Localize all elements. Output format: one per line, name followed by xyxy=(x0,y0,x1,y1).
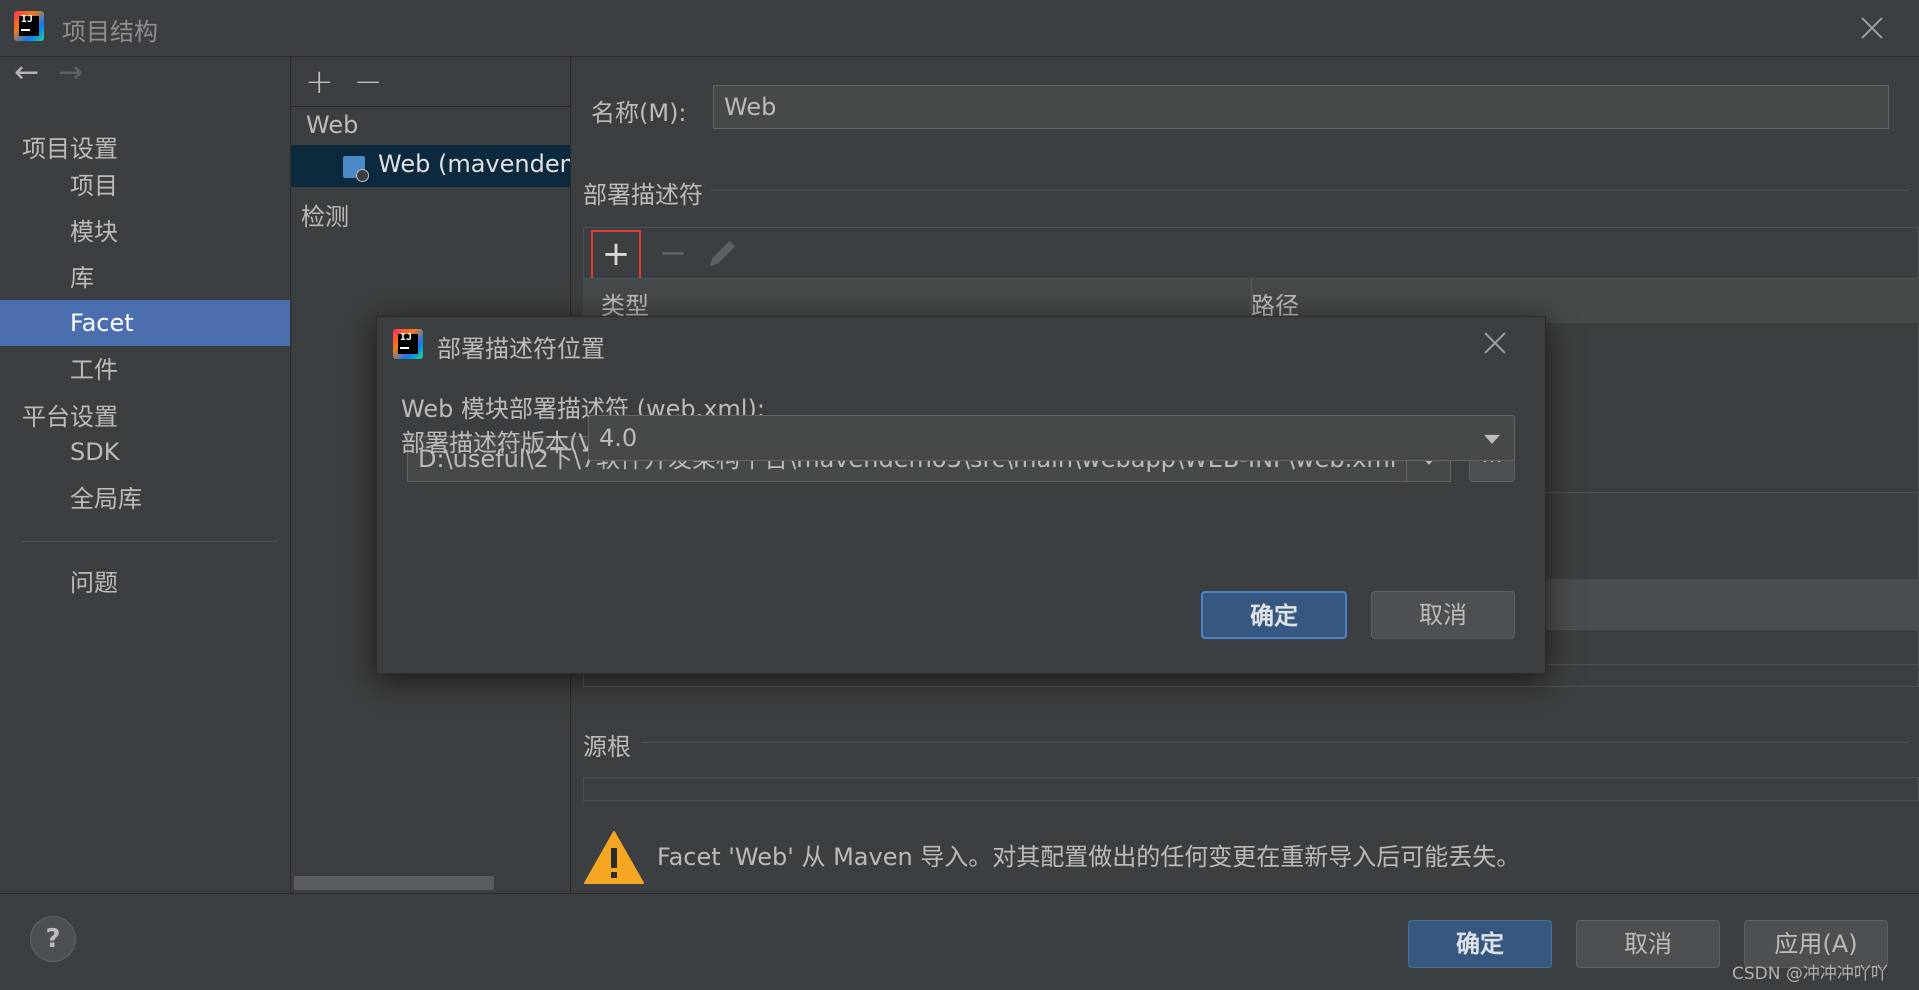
intellij-logo-icon: IJ xyxy=(14,11,44,41)
name-label: 名称(M): xyxy=(591,99,687,127)
nav-item-artifacts[interactable]: 工件 xyxy=(0,347,290,393)
deployment-descriptors-heading: 部署描述符 xyxy=(583,181,703,209)
tree-item-web-mavendemo3[interactable]: Web (mavendemo3) xyxy=(378,150,570,178)
add-facet-button[interactable]: + xyxy=(305,65,334,99)
nav-section-platform-settings: 平台设置 xyxy=(22,403,118,431)
close-icon[interactable] xyxy=(1479,327,1511,359)
descriptor-version-value[interactable]: 4.0 xyxy=(599,416,637,460)
group-divider xyxy=(641,742,1909,743)
nav-item-sdks[interactable]: SDK xyxy=(0,429,290,475)
add-descriptor-button[interactable]: + xyxy=(591,230,641,280)
nav-section-project-settings: 项目设置 xyxy=(22,135,118,163)
dialog-footer: ? 确定 取消 应用(A) CSDN @冲冲冲吖吖 xyxy=(0,893,1919,990)
help-button[interactable]: ? xyxy=(30,916,76,962)
warning-icon xyxy=(583,829,645,885)
watermark: CSDN @冲冲冲吖吖 xyxy=(1732,964,1888,984)
dialog-cancel-button[interactable]: 取消 xyxy=(1371,591,1515,639)
edit-pencil-icon[interactable] xyxy=(701,235,741,275)
group-divider xyxy=(711,190,1909,191)
window-title: 项目结构 xyxy=(62,18,158,46)
deployment-descriptor-location-dialog: IJ 部署描述符位置 Web 模块部署描述符 (web.xml): D:\use… xyxy=(376,316,1546,674)
toolbar-divider xyxy=(291,106,570,107)
descriptor-version-select[interactable]: 4.0 xyxy=(588,415,1515,461)
name-input[interactable]: Web xyxy=(713,85,1889,129)
back-arrow-icon[interactable]: ← xyxy=(14,55,39,90)
title-bar: IJ 项目结构 xyxy=(0,0,1919,57)
ok-button[interactable]: 确定 xyxy=(1408,920,1552,968)
nav-item-global-libraries[interactable]: 全局库 xyxy=(0,476,290,522)
nav-item-problems[interactable]: 问题 xyxy=(0,560,290,606)
nav-item-libraries[interactable]: 库 xyxy=(0,255,290,301)
remove-descriptor-button[interactable]: − xyxy=(651,230,695,280)
tree-item-detection[interactable]: 检测 xyxy=(301,197,349,232)
nav-item-facets[interactable]: Facet xyxy=(0,300,290,346)
close-icon[interactable] xyxy=(1856,12,1888,44)
source-roots-list[interactable] xyxy=(583,777,1919,801)
forward-arrow-icon[interactable]: → xyxy=(58,55,83,90)
dialog-ok-button[interactable]: 确定 xyxy=(1201,591,1347,639)
maven-import-warning: Facet 'Web' 从 Maven 导入。对其配置做出的任何变更在重新导入后… xyxy=(657,843,1521,871)
nav-item-project[interactable]: 项目 xyxy=(0,163,290,209)
source-roots-heading: 源根 xyxy=(583,733,631,761)
intellij-logo-icon: IJ xyxy=(393,329,423,359)
dropdown-arrow-icon[interactable] xyxy=(1470,416,1514,460)
settings-nav: ← → 项目设置 项目 模块 库 Facet 工件 平台设置 SDK 全局库 问… xyxy=(0,55,291,893)
nav-item-modules[interactable]: 模块 xyxy=(0,209,290,255)
cancel-button[interactable]: 取消 xyxy=(1576,920,1720,968)
tree-group-web[interactable]: Web xyxy=(306,111,358,139)
dialog-title: 部署描述符位置 xyxy=(437,335,605,363)
horizontal-scrollbar[interactable] xyxy=(294,876,494,890)
web-facet-icon xyxy=(343,156,369,182)
remove-facet-button[interactable]: − xyxy=(354,65,383,99)
nav-divider xyxy=(22,541,278,542)
descriptor-version-label: 部署描述符版本(V) xyxy=(401,429,605,457)
